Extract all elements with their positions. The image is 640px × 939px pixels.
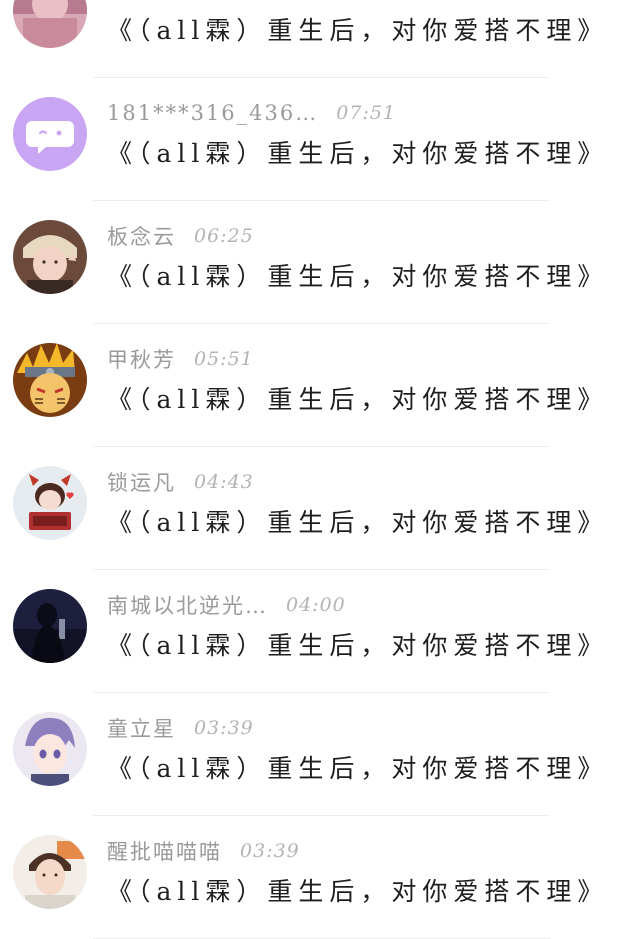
nickname[interactable]: 181***316_436… [107,101,318,125]
comment-text: 《（all霖）重生后，对你爱搭不理》 [107,754,609,783]
nickname[interactable]: 板念云 [107,221,176,251]
comment-text: 《（all霖）重生后，对你爱搭不理》 [107,385,609,414]
comment-text: 《（all霖）重生后，对你爱搭不理》 [107,508,609,537]
timestamp: 03:39 [194,717,254,739]
comment-meta [107,0,125,5]
nickname[interactable]: 醒批喵喵喵 [107,836,222,866]
comment-meta: 181***316_436… 07:51 [107,98,396,128]
comment-meta: 锁运凡 04:43 [107,467,254,497]
timestamp: 04:00 [286,594,346,616]
nickname[interactable]: 锁运凡 [107,467,176,497]
pink-photo-avatar[interactable] [13,0,87,48]
comment-list: 《（all霖）重生后，对你爱搭不理》 181***316_436… 07:51 … [0,0,640,939]
timestamp: 05:51 [194,348,254,370]
comment-text: 《（all霖）重生后，对你爱搭不理》 [107,16,609,45]
comment-meta: 板念云 06:25 [107,221,254,251]
comment-item[interactable]: 锁运凡 04:43 《（all霖）重生后，对你爱搭不理》 [0,447,640,570]
comment-meta: 醒批喵喵喵 03:39 [107,836,300,866]
comment-item[interactable]: 《（all霖）重生后，对你爱搭不理》 [0,0,640,78]
comment-item[interactable]: 南城以北逆光… 04:00 《（all霖）重生后，对你爱搭不理》 [0,570,640,693]
comment-item[interactable]: 童立星 03:39 《（all霖）重生后，对你爱搭不理》 [0,693,640,816]
cartoon-girl-avatar[interactable] [13,466,87,540]
anime-boy-avatar[interactable] [13,712,87,786]
comment-text: 《（all霖）重生后，对你爱搭不理》 [107,139,609,168]
timestamp: 07:51 [336,102,397,124]
comment-item[interactable]: 板念云 06:25 《（all霖）重生后，对你爱搭不理》 [0,201,640,324]
naruto-avatar[interactable] [13,343,87,417]
girl-photo-avatar[interactable] [13,220,87,294]
nickname[interactable]: 甲秋芳 [107,344,176,374]
nickname[interactable]: 童立星 [107,713,176,743]
timestamp: 03:39 [240,840,300,862]
timestamp: 06:25 [194,225,254,247]
comment-meta: 甲秋芳 05:51 [107,344,254,374]
boy-photo-avatar[interactable] [13,835,87,909]
comment-text: 《（all霖）重生后，对你爱搭不理》 [107,877,609,906]
comment-meta: 童立星 03:39 [107,713,254,743]
nickname[interactable]: 南城以北逆光… [107,590,268,620]
comment-text: 《（all霖）重生后，对你爱搭不理》 [107,631,609,660]
comment-item[interactable]: 醒批喵喵喵 03:39 《（all霖）重生后，对你爱搭不理》 [0,816,640,939]
comment-text: 《（all霖）重生后，对你爱搭不理》 [107,262,609,291]
comment-item[interactable]: 甲秋芳 05:51 《（all霖）重生后，对你爱搭不理》 [0,324,640,447]
comment-meta: 南城以北逆光… 04:00 [107,590,346,620]
timestamp: 04:43 [194,471,254,493]
comment-item[interactable]: 181***316_436… 07:51 《（all霖）重生后，对你爱搭不理》 [0,78,640,201]
chat-bubble-default-avatar[interactable] [13,97,87,171]
night-silhouette-avatar[interactable] [13,589,87,663]
